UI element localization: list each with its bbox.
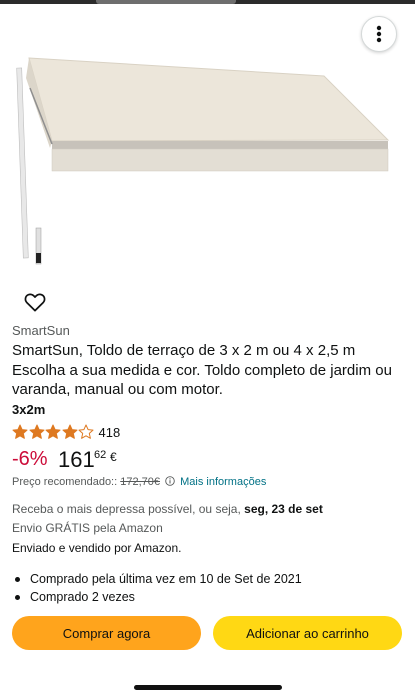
list-item: Comprado 2 vezes bbox=[12, 588, 302, 606]
more-info-link[interactable]: Mais informações bbox=[180, 476, 266, 488]
seller-info: Enviado e vendido por Amazon. bbox=[12, 541, 182, 555]
star-filled-icon bbox=[12, 424, 28, 439]
purchase-history-item: Comprado pela última vez em 10 de Set de… bbox=[30, 572, 302, 586]
bullet-icon bbox=[15, 577, 20, 582]
awning-front-bar bbox=[52, 141, 388, 149]
star-rating bbox=[12, 424, 95, 440]
purchase-history: Comprado pela última vez em 10 de Set de… bbox=[12, 570, 302, 606]
awning-crank-pole bbox=[16, 67, 29, 259]
purchase-history-item: Comprado 2 vezes bbox=[30, 590, 135, 604]
discount-percent: -6% bbox=[12, 448, 48, 470]
product-variant: 3x2m bbox=[12, 402, 46, 417]
more-options-button[interactable] bbox=[361, 16, 397, 52]
free-shipping: Envio GRÁTIS pela Amazon bbox=[12, 521, 163, 535]
star-empty-icon bbox=[78, 424, 94, 439]
status-bar-notch bbox=[96, 0, 236, 4]
recommended-price: Preço recomendado:: 172,70€ Mais informa… bbox=[12, 476, 266, 488]
rrp-label: Preço recomendado:: bbox=[12, 476, 118, 488]
status-bar-strip bbox=[0, 0, 415, 4]
awning-crank-grip bbox=[36, 253, 41, 263]
price-whole: 161 bbox=[58, 447, 95, 472]
add-to-cart-button[interactable]: Adicionar ao carrinho bbox=[213, 616, 402, 650]
product-title: SmartSun, Toldo de terraço de 3 x 2 m ou… bbox=[12, 342, 392, 398]
price-fraction: 62 bbox=[94, 449, 107, 461]
buy-now-button[interactable]: Comprar agora bbox=[12, 616, 201, 650]
heart-icon[interactable] bbox=[24, 292, 46, 312]
price-currency: € bbox=[110, 450, 117, 464]
more-vertical-icon bbox=[376, 25, 382, 43]
brand-link[interactable]: SmartSun bbox=[12, 323, 70, 338]
rating-count[interactable]: 418 bbox=[99, 425, 121, 440]
rating-summary[interactable]: 418 bbox=[12, 423, 120, 440]
product-image[interactable] bbox=[14, 48, 394, 270]
star-filled-icon bbox=[45, 424, 61, 439]
delivery-estimate: Receba o mais depressa possível, ou seja… bbox=[12, 502, 323, 516]
home-indicator[interactable] bbox=[134, 685, 282, 690]
info-icon[interactable] bbox=[165, 476, 175, 486]
list-item: Comprado pela última vez em 10 de Set de… bbox=[12, 570, 302, 588]
delivery-text: Receba o mais depressa possível, ou seja… bbox=[12, 502, 241, 516]
bullet-icon bbox=[15, 595, 20, 600]
delivery-date: seg, 23 de set bbox=[244, 502, 323, 516]
star-filled-icon bbox=[62, 424, 77, 439]
awning-canopy bbox=[28, 57, 390, 142]
awning-valance bbox=[51, 148, 389, 172]
star-filled-icon bbox=[29, 424, 44, 439]
rrp-value: 172,70€ bbox=[120, 476, 160, 488]
